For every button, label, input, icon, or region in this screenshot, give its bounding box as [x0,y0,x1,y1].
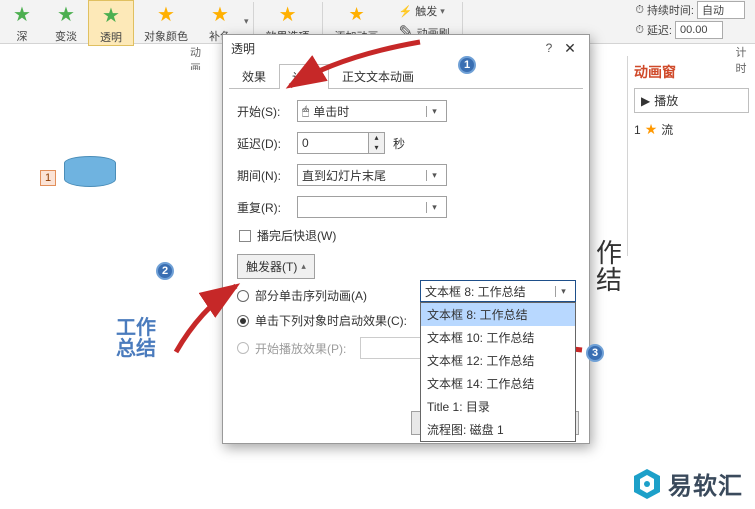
delay-field: ⏱ 延迟: 00.00 [631,20,749,40]
annotation-badge-1: 1 [458,56,476,74]
duration-label: 持续时间: [647,2,694,18]
star-icon: ★ [10,2,34,26]
tab-timing[interactable]: 计时 [279,64,329,89]
duration-combo[interactable]: 直到幻灯片末尾▾ [297,164,447,186]
dropdown-option[interactable]: 文本框 8: 工作总结 [421,303,575,326]
star-icon: ★ [645,121,658,138]
delay-unit: 秒 [393,135,405,152]
delay-input[interactable]: 00.00 [675,21,723,39]
slide-canvas: 1 工作总结 [0,70,215,509]
slide-text-behind: 作结 [596,240,622,295]
animation-pane-title: 动画窗 [634,62,749,82]
animation-pane: 动画窗 ▶播放 1 ★ 流 [627,56,755,256]
radio-label: 单击下列对象时启动效果(C): [255,312,407,329]
star-icon: ★ [99,3,123,27]
delay-label: 延迟(D): [237,135,297,152]
textbox-work-summary[interactable]: 工作总结 [116,318,156,360]
ribbon-item-transparent[interactable]: ★ 透明 [88,0,134,46]
ribbon-label: 深 [17,28,28,44]
mouse-icon: 🖱 [302,104,309,119]
rewind-label: 播完后快退(W) [257,227,336,244]
dialog-tabs: 效果 计时 正文文本动画 [229,63,583,89]
delay-spinner[interactable]: ▴▾ [369,132,385,154]
dialog-title: 透明 [231,40,539,57]
annotation-badge-2: 2 [156,262,174,280]
star-icon: ★ [276,2,300,26]
logo-icon [632,467,662,501]
radio-label: 开始播放效果(P): [255,340,346,357]
ribbon-label: 透明 [100,29,122,45]
item-index: 1 [634,123,641,137]
chevron-down-icon: ▾ [426,106,442,117]
item-label: 流 [661,121,673,138]
help-button[interactable]: ? [539,41,559,55]
clock-icon: ⏱ [635,4,644,17]
gallery-more-icon[interactable]: ▾ [244,16,249,27]
group-label-anim: 动画 [184,44,210,62]
ribbon-item-fade[interactable]: ★ 变淡 [44,0,88,44]
ribbon-label: 变淡 [55,28,77,44]
checkbox-icon [239,230,251,242]
trigger-object-dropdown: 文本框 8: 工作总结 文本框 10: 工作总结 文本框 12: 工作总结 文本… [420,302,576,442]
tab-effect[interactable]: 效果 [229,63,279,88]
star-icon: ★ [54,2,78,26]
ribbon-item-objcolor[interactable]: ★ 对象颜色 [134,0,198,44]
dialog-titlebar: 透明 ? ✕ [223,35,589,61]
ribbon-item-deep[interactable]: ★ 深 [0,0,44,44]
watermark-logo: 易软汇 [632,466,743,501]
ribbon-label: 对象颜色 [144,28,188,44]
add-anim-icon: ★ [345,2,369,26]
clock-icon: ⏱ [635,24,644,37]
chevron-up-icon: ▴ [301,261,306,272]
rewind-checkbox[interactable]: 播完后快退(W) [239,227,575,244]
close-button[interactable]: ✕ [559,40,581,57]
tab-text-anim[interactable]: 正文文本动画 [329,63,427,88]
chevron-down-icon: ▾ [555,286,571,297]
repeat-label: 重复(R): [237,199,297,216]
dropdown-option[interactable]: 流程图: 磁盘 1 [421,418,575,441]
logo-text: 易软汇 [668,466,743,501]
trigger-label: 触发 [415,3,437,19]
start-label: 开始(S): [237,103,297,120]
play-icon: ▶ [641,94,650,108]
trigger-expand-button[interactable]: 触发器(T) ▴ [237,254,315,279]
delay-label: 延迟: [647,22,672,38]
star-icon: ★ [154,2,178,26]
anim-index-badge[interactable]: 1 [40,170,56,186]
dropdown-option[interactable]: Title 1: 目录 [421,395,575,418]
radio-label: 部分单击序列动画(A) [255,287,367,304]
animation-list-item[interactable]: 1 ★ 流 [634,121,749,138]
duration-field: ⏱ 持续时间: 自动 [631,0,749,20]
dropdown-option[interactable]: 文本框 14: 工作总结 [421,372,575,395]
start-combo[interactable]: 🖱 单击时 ▾ [297,100,447,122]
repeat-combo[interactable]: ▾ [297,196,447,218]
play-from-button[interactable]: ▶播放 [634,88,749,113]
duration-label: 期间(N): [237,167,297,184]
cylinder-shape[interactable] [64,156,116,196]
delay-input[interactable]: 0 [297,132,369,154]
trigger-menu[interactable]: ⚡触发 ▾ [395,2,454,20]
annotation-badge-3: 3 [586,344,604,362]
duration-input[interactable]: 自动 [697,1,745,19]
trigger-object-combo[interactable]: 文本框 8: 工作总结▾ [420,280,576,302]
dropdown-option[interactable]: 文本框 10: 工作总结 [421,326,575,349]
dropdown-option[interactable]: 文本框 12: 工作总结 [421,349,575,372]
star-icon: ★ [208,2,232,26]
